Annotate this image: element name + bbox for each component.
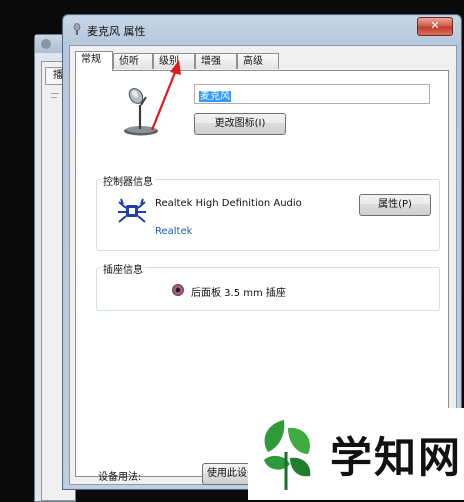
background-window-line [51,93,59,94]
jack-label: 后面板 3.5 mm 插座 [191,288,286,299]
tab-general[interactable]: 常规 [75,51,113,71]
controller-vendor-link[interactable]: Realtek [155,226,192,237]
watermark-text: 学知网 [330,433,463,482]
tab-advanced[interactable]: 高级 [237,53,279,69]
window-title: 麦克风 属性 [87,25,146,38]
window-icon [73,23,81,35]
realtek-crab-icon [118,198,146,223]
tab-label: 级别 [159,56,179,67]
tab-label: 增强 [201,56,221,67]
controller-info-legend: 控制器信息 [101,173,155,188]
background-window-line [51,97,57,98]
microphone-icon [124,88,158,136]
close-button[interactable]: ✕ [417,17,453,36]
tab-label: 侦听 [119,56,139,67]
tab-levels[interactable]: 级别 [153,53,195,69]
change-icon-button[interactable]: 更改图标(I) [194,113,286,135]
leaf-logo-icon [264,420,311,490]
device-name-input[interactable]: 麦克风 [194,84,430,104]
watermark: 学知网 [248,408,464,500]
tab-label: 高级 [243,56,263,67]
audio-jack-icon [172,284,184,296]
jack-info-legend: 插座信息 [101,261,145,276]
device-name-value: 麦克风 [199,91,231,102]
properties-button[interactable]: 属性(P) [359,194,431,216]
tab-label: 常规 [81,54,101,65]
device-usage-label: 设备用法: [98,472,142,483]
controller-info-group: 控制器信息 Realtek High Definition Audio Real… [96,173,440,251]
close-icon: ✕ [430,19,440,32]
jack-info-group: 插座信息 后面板 3.5 mm 插座 [96,261,440,311]
tab-enhancements[interactable]: 增强 [195,53,237,69]
tab-listen[interactable]: 侦听 [113,53,153,69]
background-window-icon [41,39,51,49]
controller-name: Realtek High Definition Audio [155,198,302,209]
title-bar[interactable]: 麦克风 属性 ✕ [63,15,461,45]
